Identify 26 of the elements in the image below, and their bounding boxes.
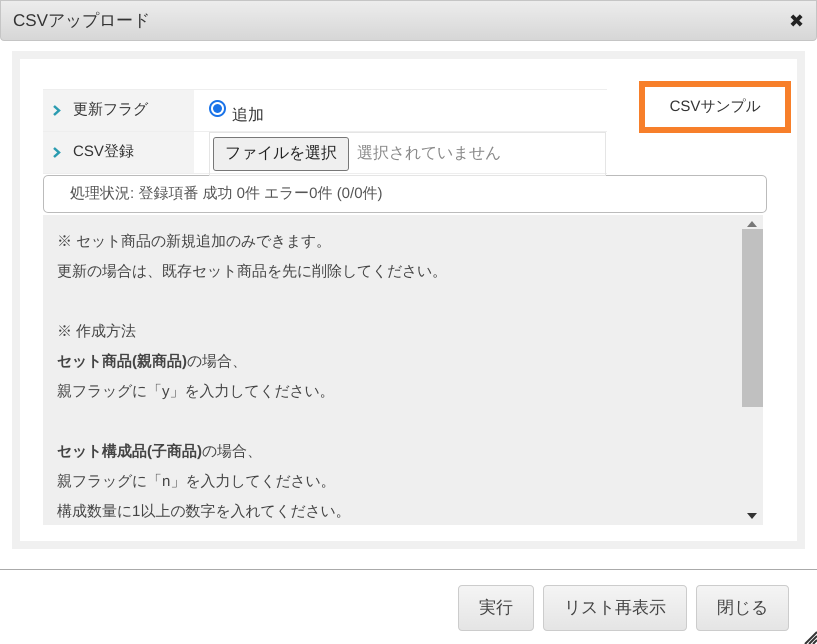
note-text: セット商品(親商品)の場合、 bbox=[57, 352, 248, 372]
scroll-thumb[interactable] bbox=[742, 229, 762, 407]
note-text: セット構成品(子商品)の場合、 bbox=[57, 442, 263, 462]
chevron-icon bbox=[53, 105, 61, 116]
radio-button[interactable] bbox=[209, 100, 226, 117]
note-text: 構成数量に1以上の数字を入れてください。 bbox=[57, 502, 352, 522]
status-field: 処理状況: 登録項番 成功 0件 エラー0件 (0/0件) bbox=[43, 175, 767, 213]
file-input[interactable]: ファイルを選択 選択されていません bbox=[209, 132, 606, 176]
dialog-button[interactable]: 閉じる bbox=[696, 585, 789, 631]
label-text: CSV登録 bbox=[73, 142, 134, 162]
dialog-button[interactable]: リスト再表示 bbox=[543, 585, 687, 631]
note-text: 親フラッグに「n」を入力してください。 bbox=[57, 472, 336, 492]
scroll-up-icon[interactable] bbox=[747, 221, 757, 227]
resize-grip-icon[interactable] bbox=[803, 630, 817, 644]
csv-sample-button[interactable]: CSVサンプル bbox=[639, 81, 791, 133]
note-text: ※ セット商品の新規追加のみできます。 bbox=[57, 232, 332, 252]
scroll-down-icon[interactable] bbox=[747, 513, 757, 519]
note-text: 親フラッグに「y」を入力してください。 bbox=[57, 382, 336, 402]
note-text: 更新の場合は、既存セット商品を先に削除してください。 bbox=[57, 262, 448, 282]
window-title: CSVアップロード bbox=[13, 10, 150, 32]
close-button[interactable]: ✖ bbox=[789, 12, 804, 30]
chevron-icon bbox=[53, 147, 61, 158]
dialog-button[interactable]: 実行 bbox=[458, 585, 534, 631]
label-text: 更新フラグ bbox=[73, 100, 148, 120]
radio-label[interactable]: 追加 bbox=[232, 104, 264, 128]
note-text: ※ 作成方法 bbox=[57, 322, 138, 342]
